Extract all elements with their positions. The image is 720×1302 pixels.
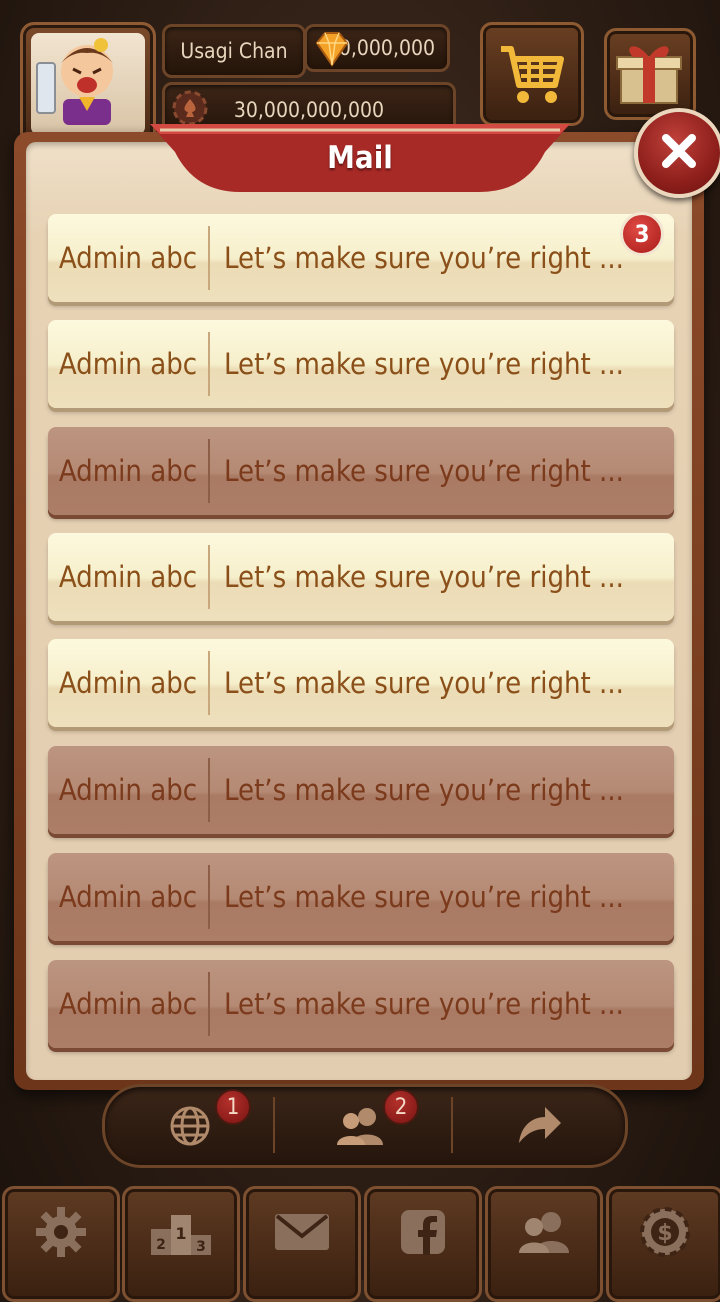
mail-sender: Admin abc xyxy=(58,241,198,275)
mail-item[interactable]: Admin abc Let’s make sure you’re right .… xyxy=(48,427,674,515)
dialog-title-ribbon: Mail xyxy=(150,122,570,194)
friends-nav-button[interactable] xyxy=(485,1186,603,1302)
mail-sender: Admin abc xyxy=(58,666,198,700)
mail-item[interactable]: Admin abc Let’s make sure you’re right .… xyxy=(48,639,674,727)
podium-icon: 12 3 xyxy=(149,1215,213,1261)
mail-item[interactable]: Admin abc Let’s make sure you’re right .… xyxy=(48,212,674,302)
mail-preview: Let’s make sure you’re right ... xyxy=(224,241,624,275)
mail-item[interactable]: Admin abc Let’s make sure you’re right .… xyxy=(48,320,674,408)
mail-preview: Let’s make sure you’re right ... xyxy=(224,987,624,1021)
mail-item[interactable]: Admin abc Let’s make sure you’re right .… xyxy=(48,960,674,1048)
friends-icon xyxy=(517,1212,571,1259)
mail-preview: Let’s make sure you’re right ... xyxy=(224,454,624,488)
mail-item[interactable]: Admin abc Let’s make sure you’re right .… xyxy=(48,853,674,941)
mail-nav-button[interactable] xyxy=(243,1186,361,1302)
coin-icon: $ xyxy=(639,1207,691,1262)
mail-item[interactable]: Admin abc Let’s make sure you’re right .… xyxy=(48,533,674,621)
chip-amount: 30,000,000,000 xyxy=(233,98,385,122)
username-text: Usagi Chan xyxy=(180,39,288,63)
settings-button[interactable] xyxy=(2,1186,120,1302)
gem-icon xyxy=(311,29,353,74)
svg-text:3: 3 xyxy=(196,1239,206,1255)
svg-text:2: 2 xyxy=(156,1237,166,1253)
facebook-icon xyxy=(400,1210,446,1259)
player-avatar-button[interactable] xyxy=(20,22,156,146)
mail-icon xyxy=(273,1214,331,1258)
avatar xyxy=(31,33,145,135)
dialog-title: Mail xyxy=(327,140,393,176)
facebook-button[interactable] xyxy=(364,1186,482,1302)
gear-icon xyxy=(34,1207,88,1263)
world-notification-badge: 1 xyxy=(215,1089,251,1125)
mail-sender: Admin abc xyxy=(58,560,198,594)
mail-preview: Let’s make sure you’re right ... xyxy=(224,773,624,807)
leaderboard-button[interactable]: 12 3 xyxy=(122,1186,240,1302)
mail-sender: Admin abc xyxy=(58,454,198,488)
mail-sender: Admin abc xyxy=(58,987,198,1021)
coins-button[interactable]: $ xyxy=(606,1186,720,1302)
mail-sender: Admin abc xyxy=(58,773,198,807)
mail-preview: Let’s make sure you’re right ... xyxy=(224,880,624,914)
svg-text:1: 1 xyxy=(175,1224,186,1243)
mail-preview: Let’s make sure you’re right ... xyxy=(224,347,624,381)
share-button[interactable] xyxy=(453,1087,621,1165)
gift-icon xyxy=(615,37,683,111)
friends-notification-badge: 2 xyxy=(383,1089,419,1125)
mail-preview: Let’s make sure you’re right ... xyxy=(224,666,624,700)
globe-icon xyxy=(169,1105,211,1151)
mail-item[interactable]: Admin abc Let’s make sure you’re right .… xyxy=(48,746,674,834)
friends-button[interactable]: 2 xyxy=(275,1087,451,1165)
mail-sender: Admin abc xyxy=(58,347,198,381)
gift-button[interactable] xyxy=(604,28,696,120)
cart-icon xyxy=(497,41,567,113)
mail-preview: Let’s make sure you’re right ... xyxy=(224,560,624,594)
share-icon xyxy=(515,1103,563,1151)
friends-icon xyxy=(335,1105,385,1151)
world-chat-button[interactable]: 1 xyxy=(105,1087,273,1165)
svg-text:$: $ xyxy=(657,1221,672,1246)
username-label: Usagi Chan xyxy=(162,24,306,78)
mail-sender: Admin abc xyxy=(58,880,198,914)
close-button[interactable] xyxy=(634,108,720,198)
close-icon xyxy=(660,132,698,174)
social-bar: 1 2 xyxy=(102,1084,628,1168)
gem-balance[interactable]: 50,000,000 xyxy=(304,24,450,72)
shop-button[interactable] xyxy=(480,22,584,126)
unread-count-badge: 3 xyxy=(620,212,664,256)
